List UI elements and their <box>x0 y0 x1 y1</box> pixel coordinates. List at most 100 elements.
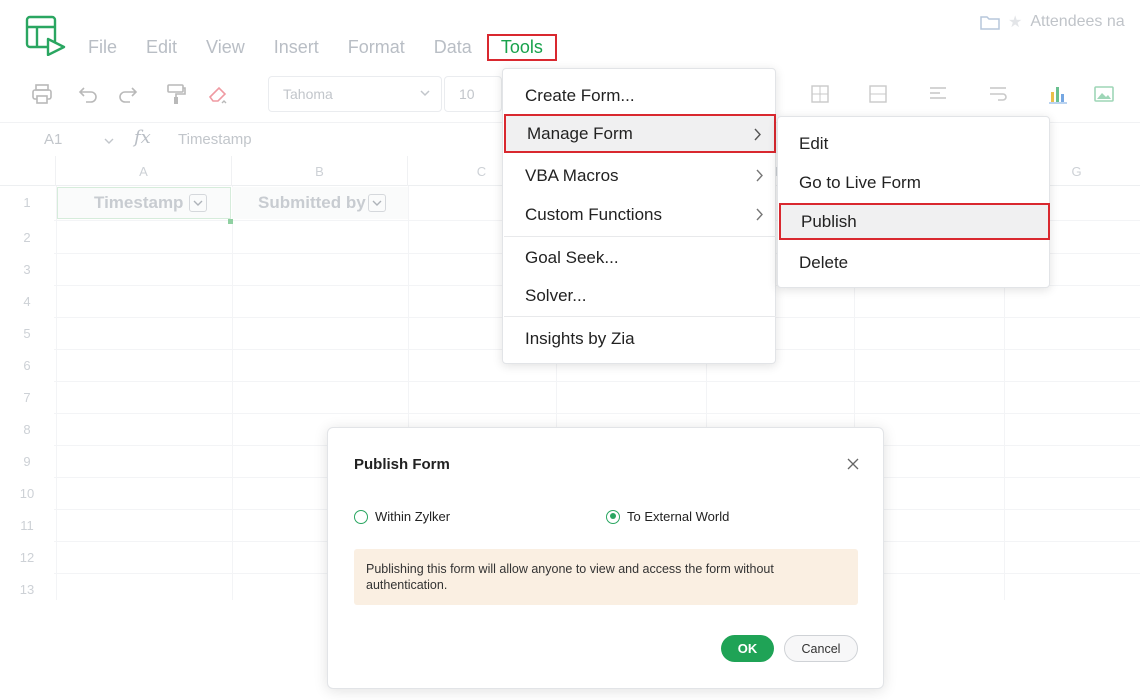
row-header-13[interactable]: 13 <box>0 574 54 600</box>
manage-form-submenu: Edit Go to Live Form Publish Delete <box>777 116 1050 288</box>
fill-handle[interactable] <box>228 219 233 224</box>
sheet-app-logo-icon[interactable] <box>24 14 66 56</box>
row-header-7[interactable]: 7 <box>0 382 54 414</box>
star-icon[interactable]: ★ <box>1008 12 1022 32</box>
menu-file[interactable]: File <box>88 37 117 58</box>
document-name: Attendees na <box>1030 13 1125 30</box>
gridline <box>56 186 57 600</box>
row-header-9[interactable]: 9 <box>0 446 54 478</box>
row-header-1[interactable]: 1 <box>0 187 54 219</box>
chevron-down-icon <box>420 90 430 97</box>
cell-a1-text: Timestamp <box>94 193 184 212</box>
menubar: File Edit View Insert Format Data Tools <box>88 33 586 61</box>
row-header-12[interactable]: 12 <box>0 542 54 574</box>
menu-item-goal-seek[interactable]: Goal Seek... <box>504 239 776 276</box>
font-family-select[interactable]: Tahoma <box>268 76 442 112</box>
radio-to-external-world[interactable]: To External World <box>606 509 729 524</box>
submenu-item-label: Publish <box>801 211 857 231</box>
submenu-item-edit[interactable]: Edit <box>779 125 1050 162</box>
menu-view[interactable]: View <box>206 37 245 58</box>
radio-button-selected-icon[interactable] <box>606 509 620 524</box>
dialog-title: Publish Form <box>354 456 450 473</box>
menu-format[interactable]: Format <box>348 37 405 58</box>
cell-b1[interactable]: Submitted by <box>232 187 408 219</box>
menu-separator <box>504 236 776 237</box>
submenu-item-delete[interactable]: Delete <box>779 244 1050 281</box>
menu-item-label: Goal Seek... <box>525 247 619 267</box>
menu-item-label: Manage Form <box>527 123 633 143</box>
row-header-11[interactable]: 11 <box>0 510 54 542</box>
font-size-select[interactable]: 10 <box>444 76 502 112</box>
ok-button[interactable]: OK <box>721 635 774 662</box>
column-header-b[interactable]: B <box>232 156 408 186</box>
cancel-button[interactable]: Cancel <box>784 635 858 662</box>
menu-tools[interactable]: Tools <box>486 33 557 61</box>
cell-a1[interactable]: Timestamp <box>57 187 231 219</box>
gridline <box>232 186 233 600</box>
gridline <box>54 413 1140 414</box>
submenu-item-publish[interactable]: Publish <box>779 203 1050 240</box>
radio-label: Within Zylker <box>375 509 451 524</box>
menu-item-insights-by-zia[interactable]: Insights by Zia <box>504 320 776 357</box>
radio-label: To External World <box>627 509 730 524</box>
menu-item-manage-form[interactable]: Manage Form <box>504 114 776 153</box>
chevron-down-icon <box>193 200 203 206</box>
submenu-item-label: Edit <box>799 133 829 153</box>
select-all-corner[interactable] <box>0 156 56 186</box>
menu-item-label: Custom Functions <box>525 204 662 224</box>
print-icon[interactable] <box>30 82 54 106</box>
filter-dropdown-button[interactable] <box>367 194 386 212</box>
menu-item-vba-macros[interactable]: VBA Macros <box>504 157 776 194</box>
row-header-8[interactable]: 8 <box>0 414 54 446</box>
gridline <box>54 381 1140 382</box>
radio-button-icon[interactable] <box>354 509 368 524</box>
menu-insert[interactable]: Insert <box>274 37 319 58</box>
column-header-a[interactable]: A <box>56 156 232 186</box>
submenu-item-label: Delete <box>799 252 849 272</box>
chevron-down-icon[interactable] <box>104 137 114 145</box>
filter-dropdown-button[interactable] <box>189 194 208 212</box>
row-header-10[interactable]: 10 <box>0 478 54 510</box>
cell-reference[interactable]: A1 <box>44 131 62 148</box>
menu-edit[interactable]: Edit <box>146 37 177 58</box>
font-family-value: Tahoma <box>283 86 333 102</box>
row-header-5[interactable]: 5 <box>0 318 54 350</box>
menu-item-label: Insights by Zia <box>525 328 635 348</box>
menu-data[interactable]: Data <box>434 37 472 58</box>
menu-item-label: VBA Macros <box>525 165 619 185</box>
chevron-down-icon <box>372 200 382 206</box>
merge-cells-icon[interactable] <box>866 82 890 106</box>
borders-icon[interactable] <box>808 82 832 106</box>
align-left-icon[interactable] <box>926 82 950 106</box>
chevron-right-icon <box>754 128 761 141</box>
submenu-item-go-to-live-form[interactable]: Go to Live Form <box>779 164 1050 201</box>
formula-input[interactable]: Timestamp <box>178 131 252 148</box>
menu-item-custom-functions[interactable]: Custom Functions <box>504 196 776 233</box>
row-header-6[interactable]: 6 <box>0 350 54 382</box>
folder-icon[interactable] <box>980 15 1000 30</box>
menu-separator <box>504 316 776 317</box>
image-icon[interactable] <box>1092 82 1116 106</box>
chart-icon[interactable] <box>1046 82 1070 106</box>
row-header-2[interactable]: 2 <box>0 222 54 254</box>
close-icon[interactable] <box>847 458 859 470</box>
menu-item-create-form[interactable]: Create Form... <box>504 77 776 114</box>
submenu-item-label: Go to Live Form <box>799 172 921 192</box>
warning-notice: Publishing this form will allow anyone t… <box>354 549 858 605</box>
font-size-value: 10 <box>459 86 475 102</box>
wrap-text-icon[interactable] <box>986 82 1010 106</box>
redo-icon[interactable] <box>116 82 140 106</box>
tools-dropdown-menu: Create Form... Manage Form VBA Macros Cu… <box>502 68 776 364</box>
undo-icon[interactable] <box>76 82 100 106</box>
menu-item-solver[interactable]: Solver... <box>504 277 776 314</box>
document-title: ★ Attendees na <box>980 12 1125 32</box>
cell-b1-text: Submitted by <box>258 193 366 212</box>
function-icon[interactable]: fx <box>134 127 151 148</box>
eraser-icon[interactable] <box>206 82 230 106</box>
radio-within-zylker[interactable]: Within Zylker <box>354 509 450 524</box>
chevron-right-icon <box>756 208 763 221</box>
row-header-3[interactable]: 3 <box>0 254 54 286</box>
publish-form-dialog: Publish Form Within Zylker To External W… <box>327 427 884 689</box>
paint-format-icon[interactable] <box>164 82 188 106</box>
row-header-4[interactable]: 4 <box>0 286 54 318</box>
